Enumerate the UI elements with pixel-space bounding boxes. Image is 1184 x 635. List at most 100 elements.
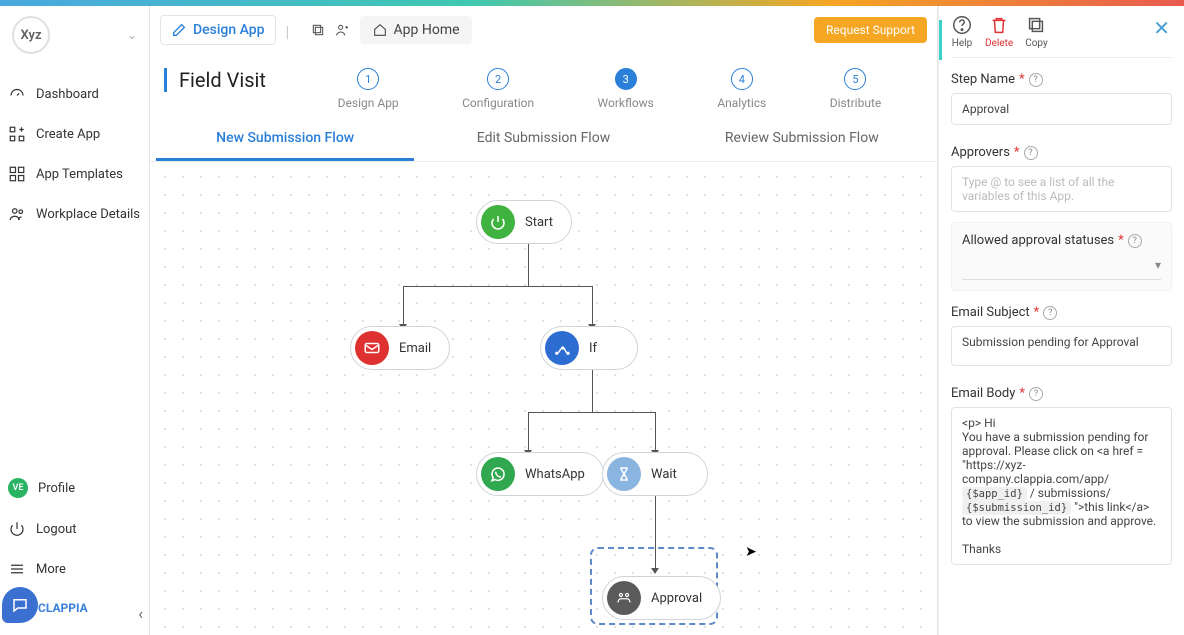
- node-label: If: [589, 341, 597, 356]
- sidebar-item-label: Profile: [38, 481, 75, 496]
- app-home-button[interactable]: App Home: [360, 16, 472, 44]
- sidebar-item-label: App Templates: [36, 167, 123, 182]
- node-label: Approval: [651, 591, 702, 606]
- approval-icon: [607, 581, 641, 615]
- design-app-button[interactable]: Design App: [160, 15, 276, 45]
- step-label: Design App: [338, 96, 399, 110]
- edge: [592, 286, 593, 326]
- node-if[interactable]: If: [540, 326, 638, 370]
- email-subject-label: Email Subject*?: [951, 305, 1172, 320]
- edge: [528, 412, 656, 413]
- email-body-label: Email Body*?: [951, 386, 1172, 401]
- step-workflows[interactable]: 3 Workflows: [598, 68, 654, 110]
- panel-copy-button[interactable]: Copy: [1025, 14, 1048, 49]
- email-body-input[interactable]: <p> Hi You have a submission pending for…: [951, 407, 1172, 565]
- node-label: Wait: [651, 467, 677, 482]
- help-icon[interactable]: ?: [1128, 234, 1142, 248]
- cursor-icon: ➤: [745, 544, 757, 560]
- branch-icon: [545, 331, 579, 365]
- panel-help-button[interactable]: Help: [951, 14, 973, 49]
- left-sidebar: Xyz ⌄ Dashboard Create App App Templates…: [0, 6, 150, 635]
- email-subject-input[interactable]: Submission pending for Approval: [951, 326, 1172, 366]
- step-analytics[interactable]: 4 Analytics: [717, 68, 766, 110]
- properties-panel: Help Delete Copy ✕ Step Name*? Approvers…: [938, 6, 1184, 635]
- gauge-icon: [8, 85, 26, 103]
- collapse-sidebar-button[interactable]: ‹: [138, 604, 143, 623]
- help-icon[interactable]: ?: [1024, 146, 1038, 160]
- header-toolbar: Design App | App Home Request Support: [150, 6, 937, 54]
- allowed-statuses-select[interactable]: [962, 254, 1161, 280]
- step-name-label: Step Name*?: [951, 72, 1172, 87]
- workspace-switcher[interactable]: Xyz ⌄: [0, 6, 149, 64]
- sidebar-item-more[interactable]: More: [0, 549, 149, 589]
- allowed-statuses-label: Allowed approval statuses*?: [962, 233, 1161, 248]
- step-design-app[interactable]: 1 Design App: [338, 68, 399, 110]
- copy-icon[interactable]: [310, 22, 326, 38]
- workflow-steps: 1 Design App 2 Configuration 3 Workflows…: [306, 68, 913, 110]
- chevron-down-icon: ⌄: [127, 28, 137, 42]
- help-icon[interactable]: ?: [1043, 306, 1057, 320]
- edge: [403, 286, 404, 326]
- top-accent-bar: [0, 0, 1184, 6]
- node-label: WhatsApp: [525, 467, 585, 482]
- node-label: Email: [399, 341, 431, 356]
- panel-delete-button[interactable]: Delete: [985, 14, 1013, 49]
- node-approval[interactable]: Approval: [602, 576, 721, 620]
- tab-new-submission-flow[interactable]: New Submission Flow: [156, 118, 414, 161]
- whatsapp-icon: [481, 457, 515, 491]
- help-icon[interactable]: ?: [1029, 387, 1043, 401]
- tab-edit-submission-flow[interactable]: Edit Submission Flow: [414, 118, 672, 161]
- request-support-button[interactable]: Request Support: [814, 17, 927, 43]
- chat-widget-button[interactable]: [2, 587, 38, 623]
- step-label: Analytics: [717, 96, 766, 110]
- sidebar-item-logout[interactable]: Logout: [0, 509, 149, 549]
- edit-icon: [171, 22, 187, 38]
- step-name-input[interactable]: [951, 93, 1172, 125]
- separator: |: [286, 22, 302, 38]
- grid-icon: [8, 165, 26, 183]
- sidebar-item-label: Dashboard: [36, 87, 99, 102]
- app-home-label: App Home: [394, 22, 460, 38]
- sidebar-item-create-app[interactable]: Create App: [0, 114, 149, 154]
- tab-review-submission-flow[interactable]: Review Submission Flow: [673, 118, 931, 161]
- chat-icon: [11, 596, 29, 614]
- help-icon[interactable]: ?: [1029, 73, 1043, 87]
- step-distribute[interactable]: 5 Distribute: [830, 68, 882, 110]
- node-whatsapp[interactable]: WhatsApp: [476, 452, 604, 496]
- edge: [403, 286, 593, 287]
- menu-icon: [8, 560, 26, 578]
- copy-icon: [1025, 14, 1047, 36]
- workspace-logo: Xyz: [12, 16, 50, 54]
- sidebar-item-profile[interactable]: VE Profile: [0, 467, 149, 509]
- edge: [528, 412, 529, 452]
- panel-accent: [939, 20, 942, 60]
- approvers-label: Approvers*?: [951, 145, 1172, 160]
- token-app-id: {$app_id}: [962, 487, 1027, 501]
- flow-tabs: New Submission Flow Edit Submission Flow…: [150, 118, 937, 162]
- sidebar-item-workplace-details[interactable]: Workplace Details: [0, 194, 149, 234]
- sidebar-item-app-templates[interactable]: App Templates: [0, 154, 149, 194]
- sidebar-item-label: Workplace Details: [36, 207, 140, 222]
- close-panel-button[interactable]: ✕: [1153, 14, 1172, 40]
- step-label: Distribute: [830, 96, 882, 110]
- token-submission-id: {$submission_id}: [962, 501, 1071, 515]
- plus-grid-icon: [8, 125, 26, 143]
- power-icon: [8, 520, 26, 538]
- edge: [592, 364, 593, 412]
- edge: [655, 412, 656, 452]
- node-email[interactable]: Email: [350, 326, 450, 370]
- page-title: Field Visit: [179, 68, 266, 92]
- step-label: Configuration: [462, 96, 534, 110]
- approvers-input[interactable]: Type @ to see a list of all the variable…: [951, 166, 1172, 212]
- sidebar-item-label: Create App: [36, 127, 100, 142]
- node-wait[interactable]: Wait: [602, 452, 708, 496]
- sidebar-item-label: Logout: [36, 522, 77, 537]
- workflow-canvas[interactable]: Start Email If WhatsApp Wait Approval: [150, 162, 937, 635]
- envelope-icon: [355, 331, 389, 365]
- step-configuration[interactable]: 2 Configuration: [462, 68, 534, 110]
- brand-name: CLAPPIA: [38, 601, 88, 615]
- node-start[interactable]: Start: [476, 200, 572, 244]
- add-user-icon[interactable]: [334, 22, 350, 38]
- sidebar-item-dashboard[interactable]: Dashboard: [0, 74, 149, 114]
- trash-icon: [988, 14, 1010, 36]
